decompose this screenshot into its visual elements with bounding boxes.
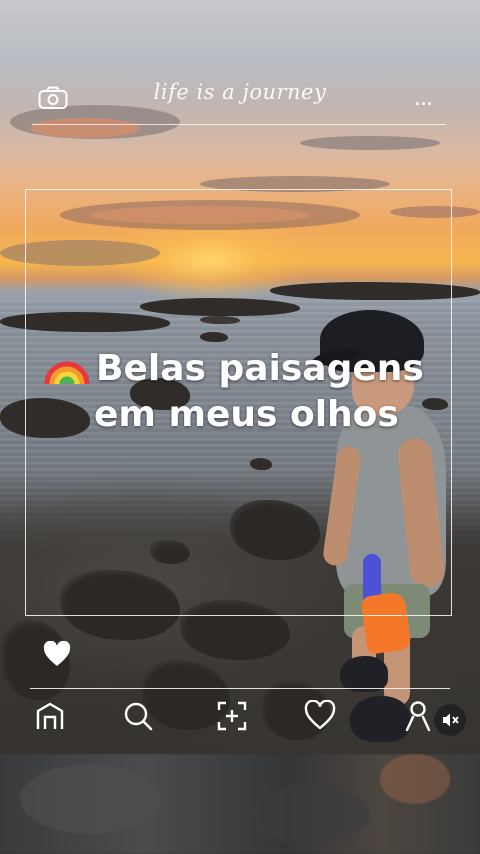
shoe (340, 656, 388, 692)
rainbow-emoji (44, 361, 90, 385)
heart-filled-icon[interactable] (43, 641, 71, 667)
divider (32, 124, 446, 125)
search-icon[interactable] (122, 700, 154, 732)
home-icon[interactable] (34, 700, 66, 732)
headline-line1: Belas paisagens (96, 348, 424, 389)
more-dots-icon[interactable]: ... (414, 88, 433, 110)
headline: Belas paisagens em meus olhos (44, 340, 454, 438)
headline-line2: em meus olhos (94, 394, 399, 435)
mute-icon[interactable] (434, 704, 466, 736)
cloud (300, 136, 440, 150)
next-video-preview[interactable] (0, 754, 480, 854)
add-photo-icon[interactable] (216, 700, 248, 732)
divider (30, 688, 450, 689)
bottom-nav (0, 700, 480, 740)
top-overlay: life is a journey ... (0, 78, 480, 128)
caption-top: life is a journey (153, 80, 327, 104)
camera-icon[interactable] (38, 86, 68, 110)
profile-icon[interactable] (402, 700, 434, 732)
heart-outline-icon[interactable] (304, 700, 336, 732)
